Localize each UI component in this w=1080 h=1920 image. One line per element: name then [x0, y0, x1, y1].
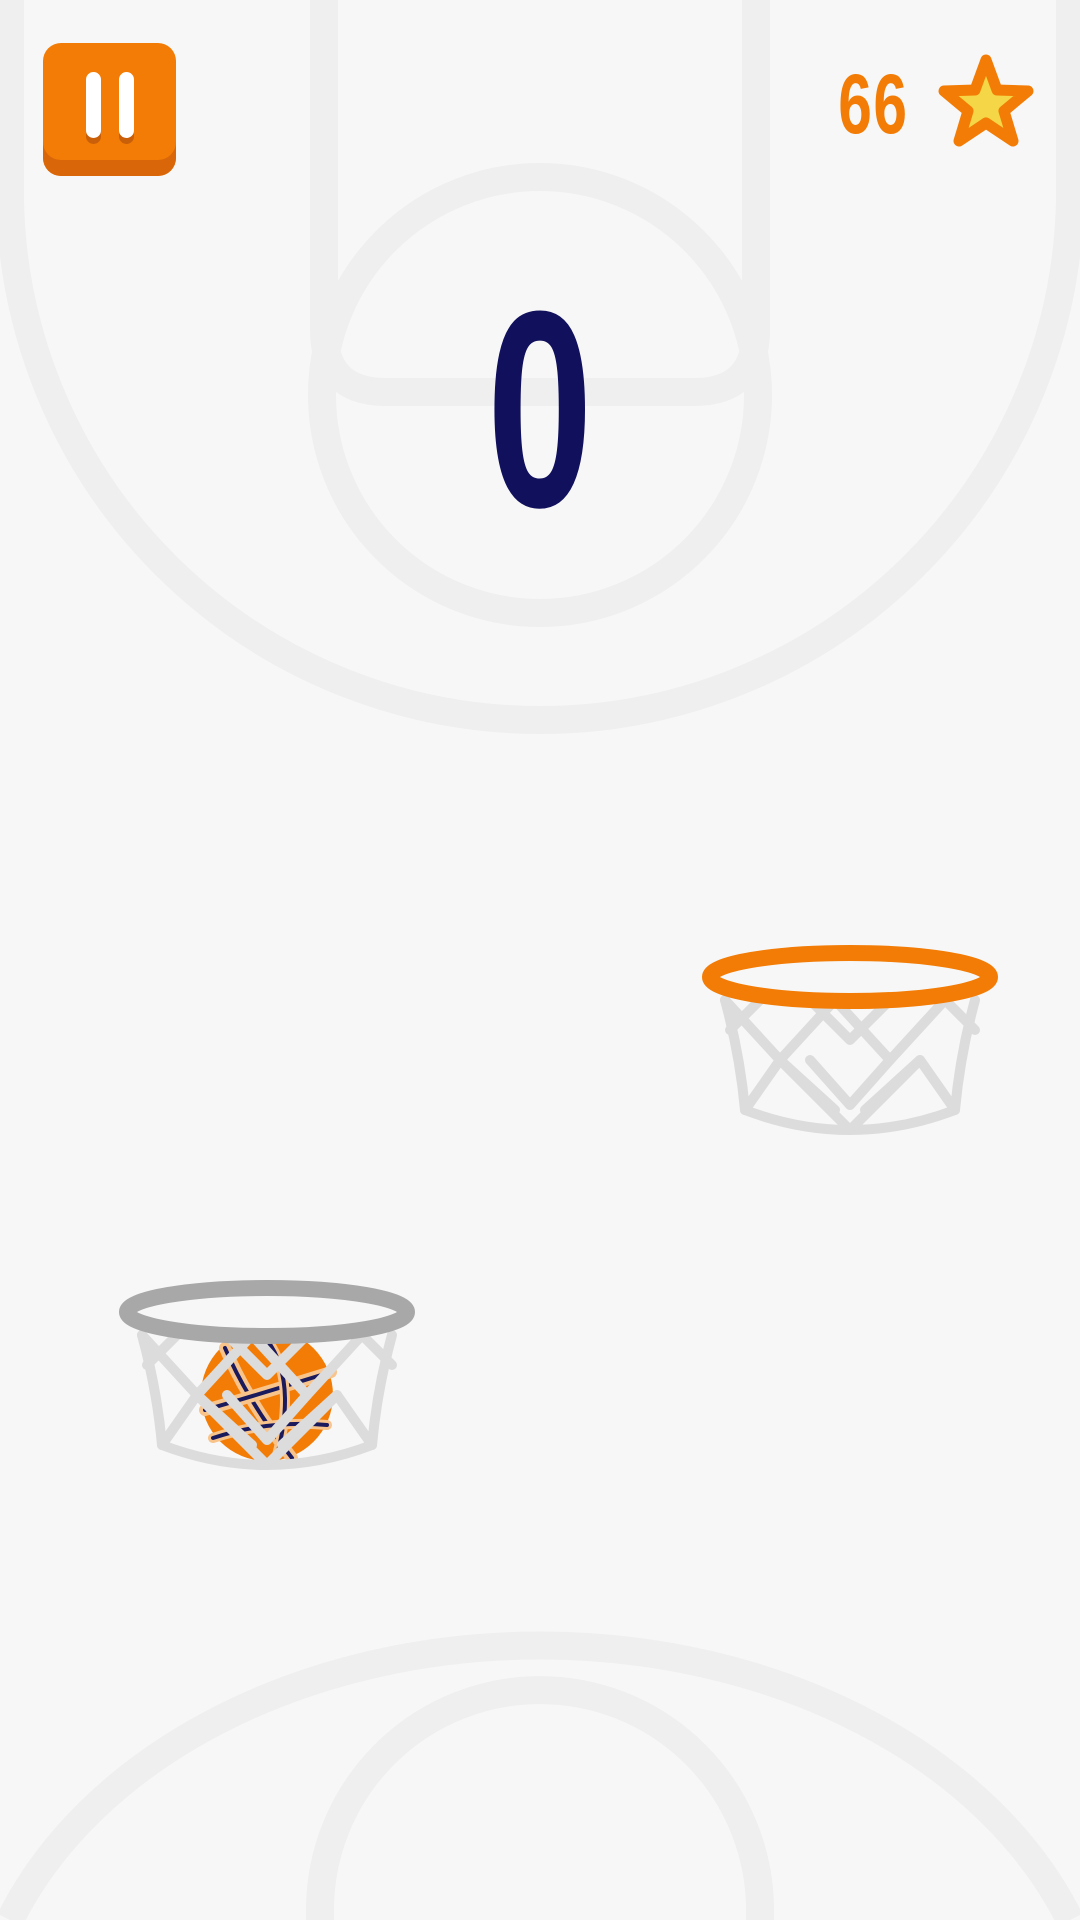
- star-count: 66: [837, 57, 908, 151]
- star-icon: [938, 54, 1034, 147]
- current-hoop: [117, 1280, 417, 1480]
- net: [720, 995, 980, 1135]
- rim: [702, 945, 998, 1009]
- game-stage[interactable]: 66 0: [0, 0, 1080, 1920]
- pause-icon: [118, 71, 134, 138]
- score: 0: [0, 270, 1080, 550]
- target-hoop: [700, 945, 1000, 1145]
- pause-icon: [85, 71, 101, 138]
- score-value: 0: [487, 254, 593, 566]
- star-counter: 66: [811, 52, 1038, 156]
- pause-button[interactable]: [43, 43, 176, 176]
- rim: [119, 1280, 415, 1344]
